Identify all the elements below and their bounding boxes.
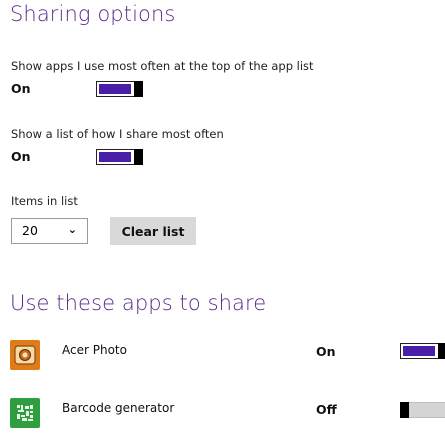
toggle-fill [99, 84, 131, 94]
most-used-apps-state: On [11, 81, 31, 96]
items-in-list-label: Items in list [11, 194, 78, 208]
items-in-list-select[interactable]: 20 ⌄ [11, 218, 88, 244]
share-list-state: On [11, 149, 31, 164]
app-state-acer-photo: On [316, 344, 336, 359]
toggle-fill [403, 346, 435, 356]
share-apps-heading: Use these apps to share [10, 291, 267, 315]
toggle-fill [99, 152, 131, 162]
chevron-down-icon: ⌄ [67, 223, 77, 236]
toggle-thumb [134, 149, 143, 165]
acer-photo-icon [10, 340, 40, 370]
toggle-thumb [400, 402, 409, 418]
clear-list-button[interactable]: Clear list [110, 217, 196, 245]
toggle-thumb [438, 343, 445, 359]
barcode-generator-toggle[interactable] [400, 402, 445, 418]
most-used-apps-toggle[interactable] [96, 81, 143, 97]
app-name-barcode-generator: Barcode generator [62, 401, 175, 415]
acer-photo-toggle[interactable] [400, 343, 445, 359]
app-state-barcode-generator: Off [316, 402, 337, 417]
app-name-acer-photo: Acer Photo [62, 343, 127, 357]
share-list-toggle[interactable] [96, 149, 143, 165]
most-used-apps-label: Show apps I use most often at the top of… [11, 59, 314, 73]
share-list-label: Show a list of how I share most often [11, 127, 224, 141]
items-in-list-value: 20 [22, 223, 38, 238]
toggle-thumb [134, 81, 143, 97]
sharing-options-heading: Sharing options [10, 2, 176, 26]
barcode-generator-icon [10, 398, 40, 428]
